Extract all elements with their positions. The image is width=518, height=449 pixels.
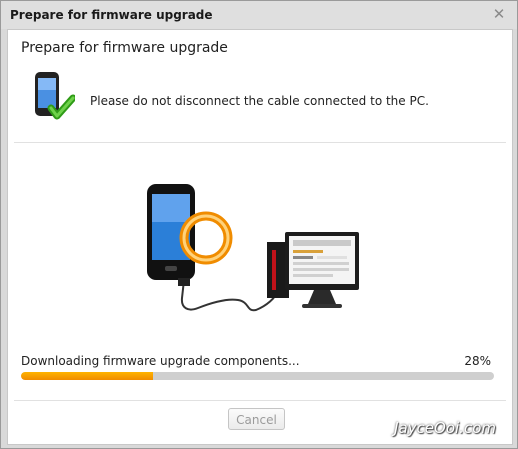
disconnect-warning: Please do not disconnect the cable conne… bbox=[90, 94, 429, 108]
progress-bar bbox=[21, 372, 494, 380]
top-divider bbox=[14, 142, 506, 143]
dialog-panel: Prepare for firmware upgrade Please do n… bbox=[7, 29, 513, 445]
bottom-divider bbox=[14, 400, 506, 401]
dialog-window: Prepare for firmware upgrade ✕ Prepare f… bbox=[0, 0, 518, 449]
close-icon[interactable]: ✕ bbox=[491, 6, 507, 22]
progress-percent: 28% bbox=[464, 354, 491, 368]
progress-fill bbox=[21, 372, 154, 380]
progress-label: Downloading firmware upgrade components.… bbox=[21, 354, 300, 368]
phone-to-pc-illustration bbox=[147, 184, 359, 312]
window-title: Prepare for firmware upgrade bbox=[10, 8, 213, 22]
dialog-heading: Prepare for firmware upgrade bbox=[21, 40, 228, 56]
title-bar[interactable]: Prepare for firmware upgrade ✕ bbox=[1, 1, 517, 29]
watermark: JayceOoi.com bbox=[394, 419, 496, 437]
phone-check-icon bbox=[35, 72, 75, 120]
cancel-button[interactable]: Cancel bbox=[228, 408, 285, 430]
